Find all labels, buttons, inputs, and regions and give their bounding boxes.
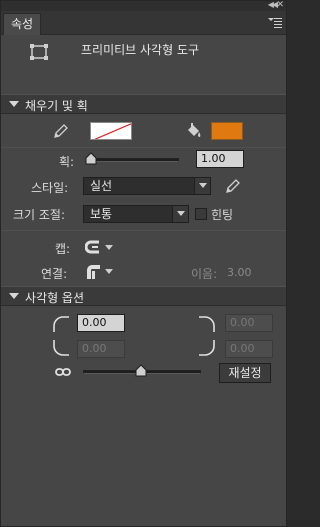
tab-properties[interactable]: 속성 <box>3 13 41 35</box>
stroke-width-input[interactable]: 1.00 <box>196 150 244 168</box>
paint-bucket-icon <box>185 122 203 143</box>
lock-corners-icon[interactable] <box>55 366 71 381</box>
corner-top-right-icon <box>197 314 217 337</box>
rectangle-primitive-icon <box>29 43 49 61</box>
cap-dropdown-icon[interactable] <box>105 245 113 251</box>
section-rect-options-header[interactable]: 사각형 옵션 <box>1 286 286 306</box>
miter-value: 3.00 <box>227 266 252 279</box>
corner-bottom-right-icon <box>197 338 217 361</box>
chevron-down-icon[interactable] <box>194 178 210 194</box>
section-fill-stroke-title: 채우기 및 획 <box>25 99 88 113</box>
style-dropdown[interactable]: 실선 <box>83 177 211 195</box>
section-rect-options-title: 사각형 옵션 <box>25 291 85 305</box>
stroke-color-swatch[interactable] <box>90 122 132 140</box>
hinting-checkbox[interactable] <box>195 208 207 220</box>
style-dropdown-value: 실선 <box>90 179 113 193</box>
corner-top-left-input[interactable]: 0.00 <box>77 314 125 332</box>
corner-bottom-left-icon <box>51 338 71 361</box>
panel-top-strip: ◀◀ ✕ <box>1 0 286 11</box>
collapse-panel-icon[interactable]: ◀◀ <box>268 0 278 9</box>
panel-menu-icon[interactable] <box>268 17 282 29</box>
close-panel-icon[interactable]: ✕ <box>276 0 284 10</box>
miter-label: 이음: <box>191 267 218 281</box>
corner-bottom-right-input[interactable]: 0.00 <box>225 340 273 358</box>
style-label: 스타일: <box>31 181 69 195</box>
scale-dropdown[interactable]: 보통 <box>83 205 189 223</box>
tool-name: 프리미티브 사각형 도구 <box>81 43 200 57</box>
join-dropdown-icon[interactable] <box>105 269 113 275</box>
corner-top-right-input[interactable]: 0.00 <box>225 314 273 332</box>
pencil-icon <box>53 123 69 142</box>
divider <box>1 230 286 231</box>
corner-slider-thumb[interactable] <box>135 364 147 377</box>
hinting-label: 힌팅 <box>211 208 234 222</box>
fill-color-swatch[interactable] <box>211 122 243 140</box>
section-fill-stroke-header[interactable]: 채우기 및 획 <box>1 94 286 114</box>
chevron-down-icon[interactable] <box>172 206 188 222</box>
stroke-slider-track[interactable] <box>89 158 179 162</box>
reset-button[interactable]: 재설정 <box>219 363 271 383</box>
scale-dropdown-value: 보통 <box>90 207 113 221</box>
tab-bar: 속성 <box>1 11 286 35</box>
stroke-label: 획: <box>59 155 75 169</box>
style-edit-icon[interactable] <box>225 178 241 197</box>
cap-label: 캡: <box>55 242 71 256</box>
collapse-triangle-icon[interactable] <box>9 101 19 107</box>
join-icon[interactable] <box>85 264 101 283</box>
corner-top-left-icon <box>51 314 71 337</box>
stroke-slider-thumb[interactable] <box>85 152 97 165</box>
cap-icon[interactable] <box>84 240 101 257</box>
collapse-triangle-icon[interactable] <box>9 293 19 299</box>
scale-label: 크기 조절: <box>13 208 66 222</box>
divider <box>1 147 286 148</box>
resize-grip-icon[interactable] <box>135 520 155 524</box>
join-label: 연결: <box>41 267 68 281</box>
properties-panel: ◀◀ ✕ 속성 프리미티브 사각형 도구 채우기 및 획 획: 1.00 스타일… <box>0 0 287 527</box>
corner-bottom-left-input[interactable]: 0.00 <box>77 340 125 358</box>
